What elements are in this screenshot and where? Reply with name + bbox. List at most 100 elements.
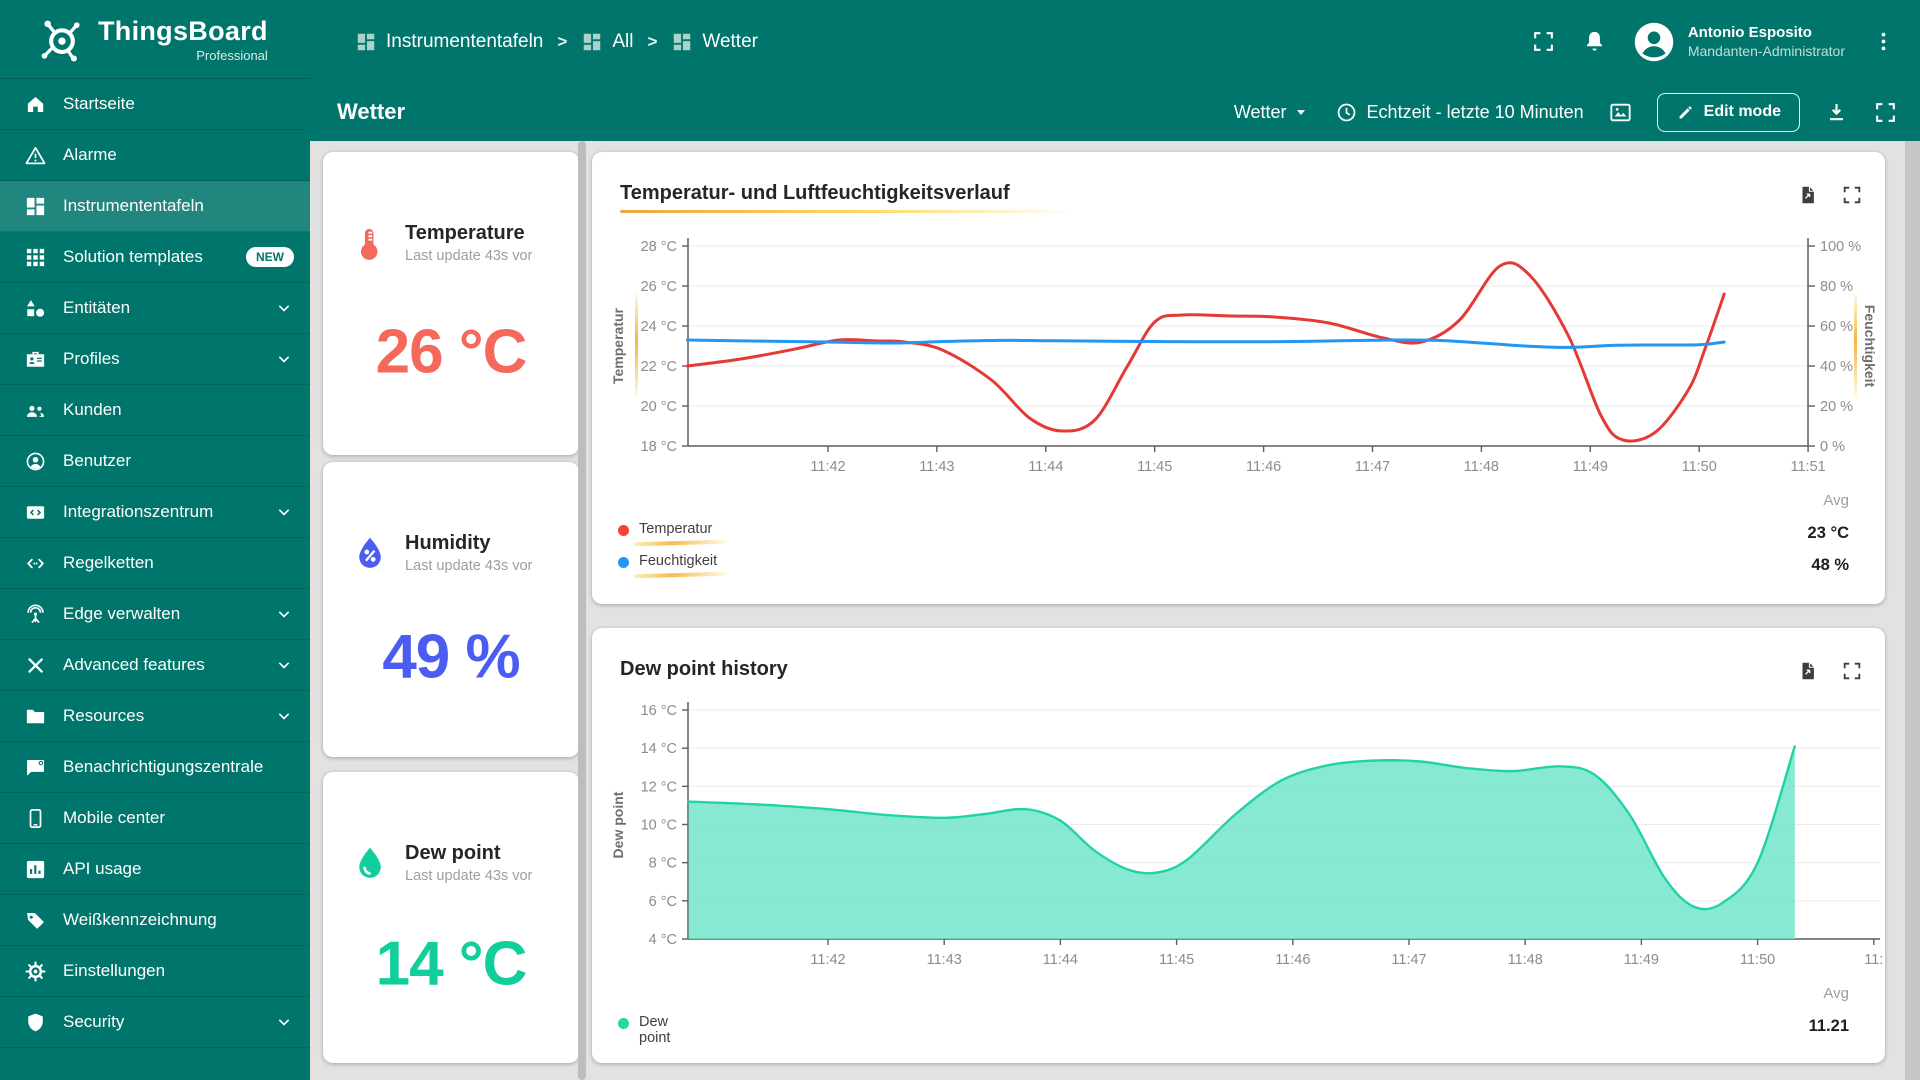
widget-column-scrollbar[interactable] xyxy=(578,141,586,1080)
sidebar-item-einstellungen[interactable]: Einstellungen xyxy=(0,946,310,997)
dashboard-toolbar: Wetter Wetter Echtzeit - letzte 10 Minut… xyxy=(310,83,1920,141)
legend-dot xyxy=(618,557,629,568)
fullscreen-icon[interactable] xyxy=(1531,29,1556,54)
sidebar-item-mobile-center[interactable]: Mobile center xyxy=(0,793,310,844)
temperature-humidity-chart-widget: 28 °C 26 °C 24 °C 22 °C 20 °C 18 °C 100 % 80 % 6… xyxy=(592,152,1885,604)
new-badge: NEW xyxy=(246,247,294,267)
download-icon[interactable] xyxy=(1824,100,1849,125)
page-scrollbar[interactable] xyxy=(1905,141,1920,1080)
dew-point-chart-widget: 16 °C 14 °C 12 °C 10 °C 8 °C 6 °C 4 °C 11:42 11:… xyxy=(592,628,1885,1063)
avg-header: Avg xyxy=(1823,492,1849,509)
left-axis-label: Temperatur xyxy=(610,308,626,384)
svg-text:11:46: 11:46 xyxy=(1246,459,1281,475)
card-title: Humidity xyxy=(405,532,491,554)
page-title: Wetter xyxy=(337,99,406,124)
more-menu-icon[interactable] xyxy=(1871,29,1896,54)
home-icon xyxy=(24,93,47,116)
svg-text:80 %: 80 % xyxy=(1820,279,1853,295)
sidebar-item-security[interactable]: Security xyxy=(0,997,310,1048)
avg-value: 23 °C xyxy=(1807,524,1849,542)
export-file-icon[interactable] xyxy=(1797,660,1819,682)
gear-icon xyxy=(24,960,47,983)
sidebar-item-instrumententafeln[interactable]: Instrumententafeln xyxy=(0,181,310,232)
sidebar-item-kunden[interactable]: Kunden xyxy=(0,385,310,436)
sidebar-item-benutzer[interactable]: Benutzer xyxy=(0,436,310,487)
sidebar-item-advanced-features[interactable]: Advanced features xyxy=(0,640,310,691)
svg-text:26 °C: 26 °C xyxy=(641,279,677,295)
edit-mode-button[interactable]: Edit mode xyxy=(1656,92,1800,132)
sidebar-item-wei-kennzeichnung[interactable]: Weißkennzeichnung xyxy=(0,895,310,946)
breadcrumb-separator: > xyxy=(557,31,568,51)
person-icon xyxy=(24,450,47,473)
avatar-icon xyxy=(1633,21,1675,63)
people-icon xyxy=(24,399,47,422)
svg-text:40 %: 40 % xyxy=(1820,359,1853,375)
svg-text:0 %: 0 % xyxy=(1820,439,1845,455)
svg-text:11:50: 11:50 xyxy=(1682,459,1717,475)
svg-text:14 °C: 14 °C xyxy=(641,741,677,757)
sidebar-item-resources[interactable]: Resources xyxy=(0,691,310,742)
app-name: ThingsBoard xyxy=(98,15,268,46)
pencil-icon xyxy=(1676,103,1695,122)
user-menu[interactable]: Antonio Esposito Mandanten-Administrator xyxy=(1633,21,1845,63)
breadcrumb: Instrumententafeln > All > Wetter xyxy=(355,31,758,53)
humidity-value: 49 % xyxy=(382,622,520,692)
sidebar-item-benachrichtigungszentrale[interactable]: Benachrichtigungszentrale xyxy=(0,742,310,793)
svg-text:10 °C: 10 °C xyxy=(641,818,677,834)
card-last-update: Last update 43s vor xyxy=(405,248,533,264)
shapes-icon xyxy=(24,297,47,320)
dew-point-history-plot[interactable]: 16 °C 14 °C 12 °C 10 °C 8 °C 6 °C 4 °C 11:42 11:… xyxy=(592,628,1885,1063)
user-name: Antonio Esposito xyxy=(1687,24,1812,41)
notification-center-icon xyxy=(24,756,47,779)
dashboard-icon xyxy=(581,31,603,53)
card-last-update: Last update 43s vor xyxy=(405,868,533,884)
svg-text:11:45: 11:45 xyxy=(1159,952,1194,968)
export-file-icon[interactable] xyxy=(1797,184,1819,206)
dew-point-value: 14 °C xyxy=(375,929,528,999)
time-window-button[interactable]: Echtzeit - letzte 10 Minuten xyxy=(1335,101,1584,124)
badge-icon xyxy=(24,348,47,371)
breadcrumb-item-wetter[interactable]: Wetter xyxy=(671,31,758,53)
expand-icon[interactable] xyxy=(1841,660,1863,682)
expand-icon[interactable] xyxy=(1841,184,1863,206)
shield-icon xyxy=(24,1011,47,1034)
breadcrumb-item-instrumententafeln[interactable]: Instrumententafeln xyxy=(355,31,543,53)
toolbar-fullscreen-icon[interactable] xyxy=(1873,100,1898,125)
temperatur-und-luftfeuchtigkeitsverlauf-plot[interactable]: 28 °C 26 °C 24 °C 22 °C 20 °C 18 °C 100 % 80 % 6… xyxy=(592,152,1885,604)
svg-text:11:46: 11:46 xyxy=(1275,952,1310,968)
phone-icon xyxy=(24,807,47,830)
svg-text:28 °C: 28 °C xyxy=(641,239,677,255)
svg-text:20 °C: 20 °C xyxy=(641,399,677,415)
bell-icon[interactable] xyxy=(1582,29,1607,54)
sidebar-item-api-usage[interactable]: API usage xyxy=(0,844,310,895)
svg-text:100 %: 100 % xyxy=(1820,239,1861,255)
sidebar-item-startseite[interactable]: Startseite xyxy=(0,79,310,130)
sidebar-item-alarme[interactable]: Alarme xyxy=(0,130,310,181)
sidebar-item-solution-templates[interactable]: Solution templates NEW xyxy=(0,232,310,283)
svg-text:60 %: 60 % xyxy=(1820,319,1853,335)
card-title: Dew point xyxy=(405,842,501,864)
chevron-down-icon xyxy=(274,502,294,522)
dashboard-icon xyxy=(355,31,377,53)
sidebar-item-entit-ten[interactable]: Entitäten xyxy=(0,283,310,334)
svg-text:16 °C: 16 °C xyxy=(641,703,677,719)
sidebar-item-profiles[interactable]: Profiles xyxy=(0,334,310,385)
sidebar-nav: Startseite Alarme Instrumententafeln Sol… xyxy=(0,79,310,1048)
dashboard-icon xyxy=(671,31,693,53)
sidebar-item-regelketten[interactable]: Regelketten xyxy=(0,538,310,589)
breadcrumb-item-all[interactable]: All xyxy=(581,31,633,53)
dashboard-state-select[interactable]: Wetter xyxy=(1234,102,1311,123)
background-image-icon[interactable] xyxy=(1608,100,1633,125)
tag-icon xyxy=(24,909,47,932)
header-actions: Antonio Esposito Mandanten-Administrator xyxy=(1531,21,1896,63)
app-logo[interactable]: ThingsBoard Professional xyxy=(0,0,310,79)
svg-text:11:43: 11:43 xyxy=(919,459,954,475)
antenna-icon xyxy=(24,603,47,626)
svg-text:11:42: 11:42 xyxy=(810,459,845,475)
folder-icon xyxy=(24,705,47,728)
humidity-card: Humidity Last update 43s vor 49 % xyxy=(323,462,579,757)
sidebar-item-edge-verwalten[interactable]: Edge verwalten xyxy=(0,589,310,640)
sidebar-item-integrationszentrum[interactable]: Integrationszentrum xyxy=(0,487,310,538)
avg-header: Avg xyxy=(1823,985,1849,1002)
code-icon xyxy=(24,552,47,575)
